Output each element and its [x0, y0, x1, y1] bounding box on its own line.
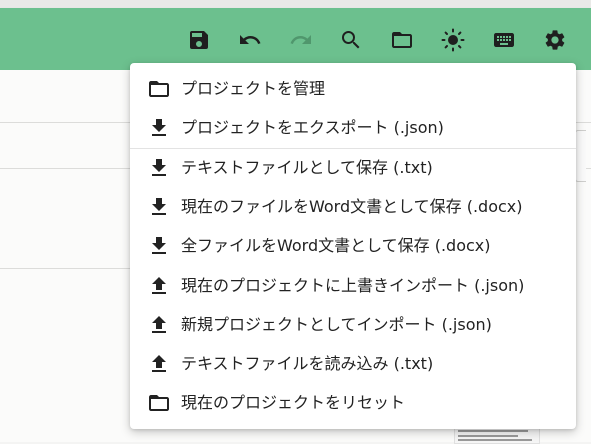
- save-icon[interactable]: [186, 27, 212, 53]
- brightness-icon[interactable]: [440, 27, 466, 53]
- menu-item-label: テキストファイルを読み込み (.txt): [181, 354, 434, 373]
- settings-gear-icon[interactable]: [542, 27, 568, 53]
- menu-item-import-overwrite-json[interactable]: 現在のプロジェクトに上書きインポート (.json): [130, 267, 576, 306]
- menu-item-save-txt[interactable]: テキストファイルとして保存 (.txt): [130, 149, 576, 188]
- menu-item-export-project-json[interactable]: プロジェクトをエクスポート (.json): [130, 109, 576, 148]
- undo-icon[interactable]: [237, 27, 263, 53]
- keyboard-icon[interactable]: [491, 27, 517, 53]
- menu-item-save-current-docx[interactable]: 現在のファイルをWord文書として保存 (.docx): [130, 188, 576, 227]
- search-icon[interactable]: [338, 27, 364, 53]
- file-dropdown-menu: プロジェクトを管理 プロジェクトをエクスポート (.json) テキストファイル…: [130, 63, 576, 429]
- redo-icon: [288, 27, 314, 53]
- menu-item-label: 全ファイルをWord文書として保存 (.docx): [181, 236, 491, 255]
- menu-item-label: 現在のファイルをWord文書として保存 (.docx): [181, 197, 523, 216]
- menu-item-label: 現在のプロジェクトをリセット: [181, 393, 406, 412]
- upload-icon: [147, 313, 171, 337]
- menu-item-label: 現在のプロジェクトに上書きインポート (.json): [181, 276, 525, 295]
- folder-icon[interactable]: [389, 27, 415, 53]
- download-icon: [147, 156, 171, 180]
- folder-icon: [147, 77, 171, 101]
- upload-icon: [147, 352, 171, 376]
- menu-item-save-all-docx[interactable]: 全ファイルをWord文書として保存 (.docx): [130, 227, 576, 266]
- menu-item-import-new-json[interactable]: 新規プロジェクトとしてインポート (.json): [130, 306, 576, 345]
- folder-icon: [147, 391, 171, 415]
- menu-item-reset-project[interactable]: 現在のプロジェクトをリセット: [130, 384, 576, 423]
- menu-item-label: 新規プロジェクトとしてインポート (.json): [181, 315, 492, 334]
- menu-item-label: テキストファイルとして保存 (.txt): [181, 158, 433, 177]
- side-panel-edge: [575, 130, 586, 182]
- divider: [0, 268, 130, 269]
- menu-item-manage-projects[interactable]: プロジェクトを管理: [130, 70, 576, 109]
- menu-item-label: プロジェクトを管理: [181, 79, 326, 98]
- download-icon: [147, 116, 171, 140]
- download-icon: [147, 234, 171, 258]
- upload-icon: [147, 274, 171, 298]
- menu-item-load-txt[interactable]: テキストファイルを読み込み (.txt): [130, 345, 576, 384]
- app-toolbar: [0, 8, 591, 70]
- download-icon: [147, 195, 171, 219]
- window-top-strip: [0, 0, 591, 8]
- menu-item-label: プロジェクトをエクスポート (.json): [181, 118, 444, 137]
